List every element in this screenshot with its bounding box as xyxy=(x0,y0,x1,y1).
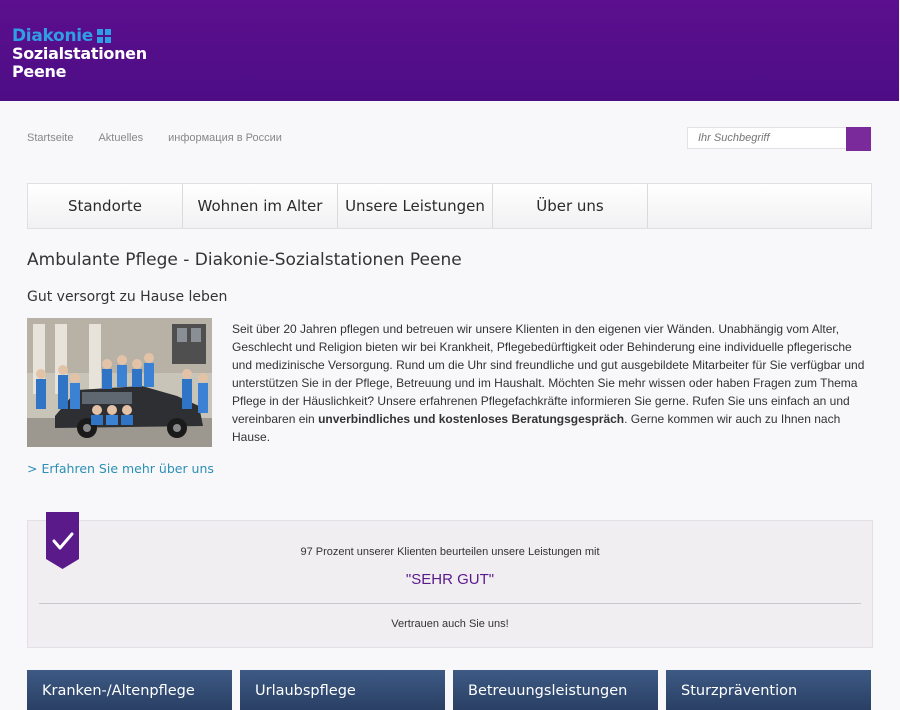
checkmark-ribbon-icon xyxy=(46,512,79,569)
search-input[interactable] xyxy=(687,127,846,149)
search-button[interactable] xyxy=(846,127,871,151)
topnav-link-aktuelles[interactable]: Aktuelles xyxy=(98,132,143,144)
logo-brand-name: Diakonie xyxy=(12,26,93,46)
intro-text-highlight: unverbindliches und kostenloses Beratung… xyxy=(318,412,625,426)
rating-statement: 97 Prozent unserer Klienten beurteilen u… xyxy=(300,546,600,558)
diakonie-logo[interactable]: Diakonie Sozialstationen Peene xyxy=(12,27,162,81)
nav-item-standorte[interactable]: Standorte xyxy=(28,184,183,228)
tile-urlaubspflege[interactable]: Urlaubspflege xyxy=(240,670,445,710)
tile-kranken-altenpflege[interactable]: Kranken-/Altenpflege xyxy=(27,670,232,710)
more-about-us-link[interactable]: > Erfahren Sie mehr über uns xyxy=(27,461,214,476)
rating-box: 97 Prozent unserer Klienten beurteilen u… xyxy=(27,520,873,648)
rating-divider xyxy=(39,603,861,604)
logo-line-3: Peene xyxy=(12,62,67,81)
logo-line-2: Sozialstationen xyxy=(12,44,147,63)
page-title: Ambulante Pflege - Diakonie-Sozialstatio… xyxy=(27,250,462,270)
nav-item-unsere-leistungen[interactable]: Unsere Leistungen xyxy=(338,184,493,228)
tile-betreuungsleistungen[interactable]: Betreuungsleistungen xyxy=(453,670,658,710)
site-header: Diakonie Sozialstationen Peene xyxy=(0,0,899,101)
search-form xyxy=(687,127,871,151)
service-tiles: Kranken-/Altenpflege Urlaubspflege Betre… xyxy=(27,670,871,710)
topnav-link-startseite[interactable]: Startseite xyxy=(27,132,73,144)
section-title: Gut versorgt zu Hause leben xyxy=(27,289,228,305)
intro-text-part-1: Seit über 20 Jahren pflegen und betreuen… xyxy=(232,322,865,426)
intro-text: Seit über 20 Jahren pflegen und betreuen… xyxy=(232,320,872,446)
nav-item-wohnen-im-alter[interactable]: Wohnen im Alter xyxy=(183,184,338,228)
diakonie-cross-icon xyxy=(97,29,111,43)
rating-trust-text: Vertrauen auch Sie uns! xyxy=(391,618,509,630)
main-navigation: Standorte Wohnen im Alter Unsere Leistun… xyxy=(27,183,872,229)
nav-item-ueber-uns[interactable]: Über uns xyxy=(493,184,648,228)
team-photo xyxy=(27,318,212,447)
tile-sturzpraevention[interactable]: Sturzprävention xyxy=(666,670,871,710)
rating-value: "SEHR GUT" xyxy=(405,571,495,588)
topnav-link-russia-info[interactable]: информация в России xyxy=(168,132,282,144)
top-navigation: Startseite Aktuelles информация в России xyxy=(27,132,282,144)
nav-item-empty xyxy=(648,184,871,228)
logo-brand-row: Diakonie xyxy=(12,27,162,45)
